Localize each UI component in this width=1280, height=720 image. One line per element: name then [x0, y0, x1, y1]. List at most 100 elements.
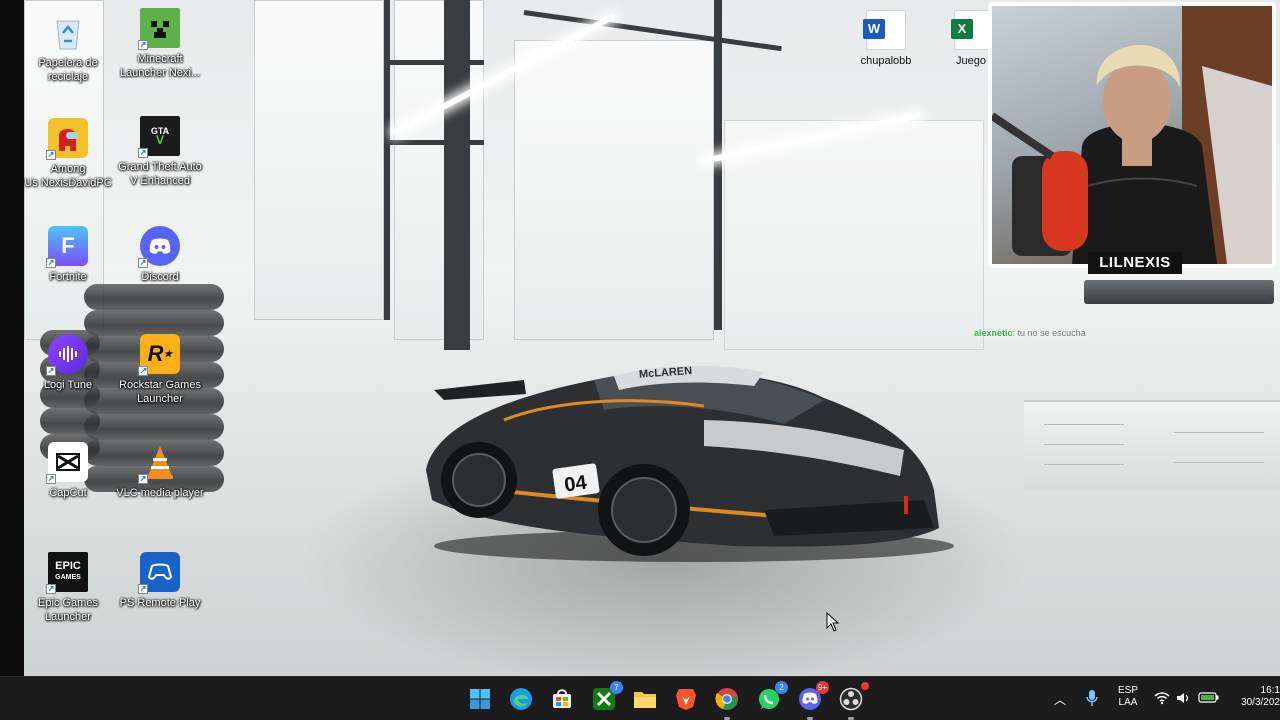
desktop-icon-label: Papelera de reciclaje	[38, 57, 98, 83]
obs-icon	[839, 687, 863, 711]
gta-icon: GTA V ↗	[138, 116, 180, 158]
desktop-icon-label: CapCut	[49, 487, 87, 499]
taskbar-brave[interactable]	[672, 685, 700, 713]
desktop-icon-epic-games[interactable]: EPIC GAMES ↗ Epic Games Launcher	[24, 552, 114, 624]
ps-remote-play-icon: ↗	[138, 552, 180, 594]
desktop-icon-logi-tune[interactable]: ↗ Logi Tune	[24, 334, 114, 392]
desktop-icon-label: PS Remote Play	[119, 597, 201, 609]
steel-column	[444, 0, 470, 350]
store-icon	[553, 689, 571, 708]
excel-document-icon: X	[951, 10, 990, 50]
chat-overlay-line: alexnetic: tu no se escucha	[974, 328, 1086, 338]
folder-icon	[634, 692, 656, 708]
car-number: 04	[563, 472, 589, 497]
clock[interactable]: 16:1 30/3/202	[1232, 685, 1280, 709]
mouse-cursor-icon	[826, 612, 840, 632]
desktop-icon-word-document[interactable]: W chupalobb	[840, 10, 932, 68]
desktop-icon-vlc[interactable]: ↗ VLC media player	[114, 442, 206, 500]
garage-window-3	[394, 0, 484, 340]
clock-time: 16:1	[1260, 685, 1280, 696]
minecraft-icon: ↗	[138, 8, 180, 50]
desktop-icon-label: Rockstar Games Launcher	[119, 379, 201, 405]
streamer-video	[992, 6, 1272, 264]
tire	[40, 408, 100, 434]
desktop-icon-label: VLC media player	[116, 487, 204, 499]
among-us-icon: ↗	[46, 118, 88, 160]
tire	[84, 284, 224, 310]
epic-games-icon: EPIC GAMES ↗	[46, 552, 88, 594]
discord-icon: ↗	[138, 226, 180, 268]
garage-window-4	[514, 40, 714, 340]
desktop-icon-label: Juego	[956, 55, 986, 67]
tire	[84, 310, 224, 336]
desktop-icon-capcut[interactable]: ↗ CapCut	[24, 442, 114, 500]
desktop-icon-minecraft[interactable]: ↗ Minecraft Launcher Nexi...	[114, 8, 206, 80]
taskbar-whatsapp[interactable]: 2	[755, 681, 788, 713]
steel-beam	[384, 60, 484, 65]
microphone-icon[interactable]	[1086, 689, 1098, 707]
taskbar-chrome[interactable]	[713, 685, 741, 720]
word-document-icon: W	[863, 10, 906, 50]
steel-beam-2	[384, 140, 484, 145]
language-indicator[interactable]: ESP LAA	[1114, 685, 1142, 709]
taskbar-store[interactable]	[548, 685, 576, 713]
windows-start-icon	[470, 689, 490, 709]
capcut-icon: ↗	[46, 442, 88, 484]
desktop-icon-excel-document[interactable]: X Juego	[930, 10, 990, 68]
taskbar-xbox[interactable]: 7	[590, 681, 623, 713]
desktop-icon-label: Minecraft Launcher Nexi...	[119, 53, 201, 79]
garage-window-5	[724, 120, 984, 350]
notification-badge: 9+	[815, 681, 829, 694]
recording-dot	[861, 682, 869, 690]
desktop-icon-discord[interactable]: ↗ Discord	[114, 226, 206, 284]
taskbar-discord[interactable]: 9+	[796, 681, 829, 720]
desktop-icon-label: Discord	[141, 271, 179, 283]
steel-column-3	[384, 0, 390, 320]
desktop-icon-label: Fortnite	[49, 271, 87, 283]
desktop-icon-fortnite[interactable]: F ↗ Fortnite	[24, 226, 114, 284]
garage-window-2	[254, 0, 384, 320]
logi-tune-icon: ↗	[46, 334, 88, 376]
clock-date: 30/3/202	[1241, 697, 1280, 708]
language-code: ESP	[1117, 685, 1138, 696]
brave-icon	[676, 689, 696, 710]
rockstar-icon: R ★ ↗	[138, 334, 180, 376]
mclaren-race-car: 04 McLAREN	[426, 365, 954, 562]
desktop-icon-label: Among Us NexisDavidPC	[24, 163, 112, 189]
desktop-icon-label: Grand Theft Auto V Enhanced	[118, 161, 202, 187]
edge-icon	[510, 688, 532, 710]
taskbar-obs[interactable]	[837, 682, 869, 720]
desktop-icon-label: chupalobb	[860, 55, 912, 67]
desktop-icon-recycle-bin[interactable]: Papelera de reciclaje	[24, 12, 114, 84]
desktop-icon-gta[interactable]: GTA V ↗ Grand Theft Auto V Enhanced	[114, 116, 206, 188]
taskbar-edge[interactable]	[507, 685, 535, 713]
tire	[84, 414, 224, 440]
taskbar: 7 2 9+ ︿ ESP LAA 16:1 30/3/202	[0, 676, 1280, 720]
notification-badge: 2	[775, 681, 788, 694]
vlc-icon: ↗	[138, 442, 180, 484]
streamer-name-tag: LILNEXIS	[1088, 252, 1182, 274]
taskbar-start-button[interactable]	[466, 685, 494, 713]
desktop-icon-label: Logi Tune	[43, 379, 93, 391]
chrome-icon	[715, 688, 738, 710]
desktop-icon-ps-remote-play[interactable]: ↗ PS Remote Play	[114, 552, 206, 610]
fortnite-icon: F ↗	[46, 226, 88, 268]
webcam-overlay	[988, 2, 1276, 268]
steel-column-2	[714, 0, 722, 330]
desktop-icon-rockstar[interactable]: R ★ ↗ Rockstar Games Launcher	[114, 334, 206, 406]
chat-user: alexnetic	[974, 328, 1013, 338]
volume-icon[interactable]	[1176, 691, 1190, 705]
workshop-cabinets	[1024, 400, 1280, 490]
keyboard-layout: LAA	[1118, 697, 1138, 708]
recycle-bin-icon	[48, 12, 88, 52]
taskbar-file-explorer[interactable]	[631, 685, 659, 713]
range-hood	[1084, 280, 1274, 304]
desktop-icon-label: Epic Games Launcher	[38, 597, 98, 623]
chat-message: tu no se escucha	[1017, 328, 1086, 338]
show-hidden-icons-chevron-icon[interactable]: ︿	[1054, 691, 1066, 708]
desktop-icon-among-us[interactable]: ↗ Among Us NexisDavidPC	[24, 118, 114, 190]
battery-icon[interactable]	[1198, 691, 1220, 703]
notification-badge: 7	[610, 681, 623, 694]
left-black-strip	[0, 0, 24, 676]
wifi-icon[interactable]	[1154, 691, 1170, 705]
